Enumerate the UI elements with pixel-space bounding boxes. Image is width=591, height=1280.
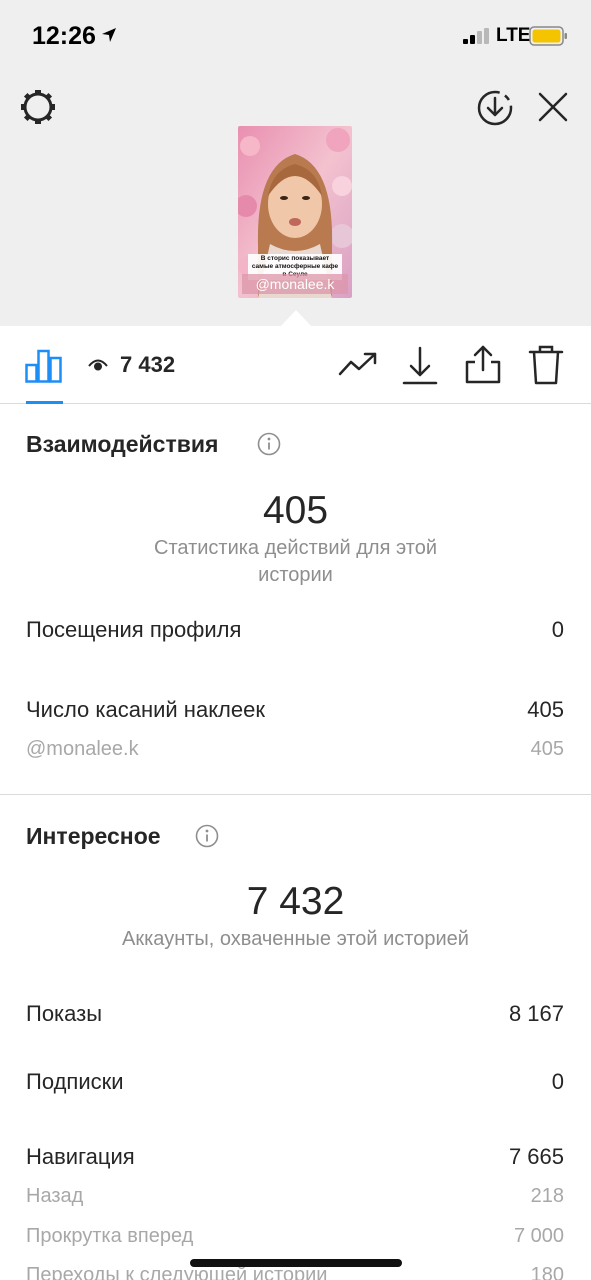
download-icon[interactable] [402, 346, 438, 386]
interactions-caption: Статистика действий для этой истории [154, 537, 437, 586]
navigation-value: 7 665 [508, 1144, 564, 1169]
next-story-value: 180 [530, 1264, 564, 1280]
views-count[interactable]: 7 432 [120, 352, 175, 378]
discovery-title: Интересное [26, 823, 161, 849]
reach-caption: Аккаунты, охваченные этой историей [122, 928, 469, 950]
story-mention-sticker: @monalee.k [242, 274, 348, 294]
story-preview-header: 12:26 LTE В сторис показывает самые атмо… [0, 0, 591, 327]
profile-visits-label: Посещения профиля [26, 617, 242, 642]
sticker-mention-value: 405 [530, 738, 564, 760]
share-icon[interactable] [465, 344, 501, 384]
impressions-value: 8 167 [508, 1001, 564, 1026]
interactions-title: Взаимодействия [26, 431, 219, 457]
follows-label: Подписки [26, 1069, 124, 1094]
navigation-label: Навигация [26, 1144, 135, 1169]
back-value: 218 [530, 1185, 564, 1207]
thumbnail-pointer [280, 310, 312, 327]
section-divider [0, 794, 591, 795]
status-time: 12:26 [32, 22, 96, 50]
sticker-mention-label[interactable]: @monalee.k [26, 738, 139, 761]
forward-value: 7 000 [513, 1225, 564, 1247]
settings-icon[interactable] [18, 87, 58, 127]
eye-icon [88, 359, 108, 371]
reach-total: 7 432 [246, 880, 345, 923]
interactions-total: 405 [262, 489, 329, 532]
battery-icon [529, 26, 567, 46]
cellular-signal-icon [463, 28, 489, 44]
insights-bar-chart-icon[interactable] [25, 349, 63, 383]
trash-icon[interactable] [528, 345, 564, 385]
profile-visits-value: 0 [551, 617, 564, 642]
impressions-label: Показы [26, 1001, 103, 1026]
forward-label: Прокрутка вперед [26, 1225, 194, 1247]
back-label: Назад [26, 1185, 84, 1207]
story-tabbar: 7 432 [0, 326, 591, 404]
info-icon[interactable] [257, 432, 281, 456]
close-icon[interactable] [537, 91, 569, 123]
network-type: LTE [496, 25, 531, 46]
follows-value: 0 [551, 1069, 564, 1094]
info-icon[interactable] [195, 824, 219, 848]
status-bar: 12:26 LTE [0, 0, 591, 72]
story-thumbnail[interactable]: В сторис показывает самые атмосферные ка… [238, 126, 352, 298]
sticker-taps-label: Число касаний наклеек [26, 697, 265, 722]
active-tab-indicator [26, 401, 63, 404]
sticker-taps-value: 405 [527, 697, 564, 722]
home-indicator[interactable] [190, 1259, 402, 1267]
download-circle-icon[interactable] [475, 88, 515, 128]
trending-up-icon[interactable] [338, 350, 378, 378]
location-arrow-icon [102, 28, 116, 42]
